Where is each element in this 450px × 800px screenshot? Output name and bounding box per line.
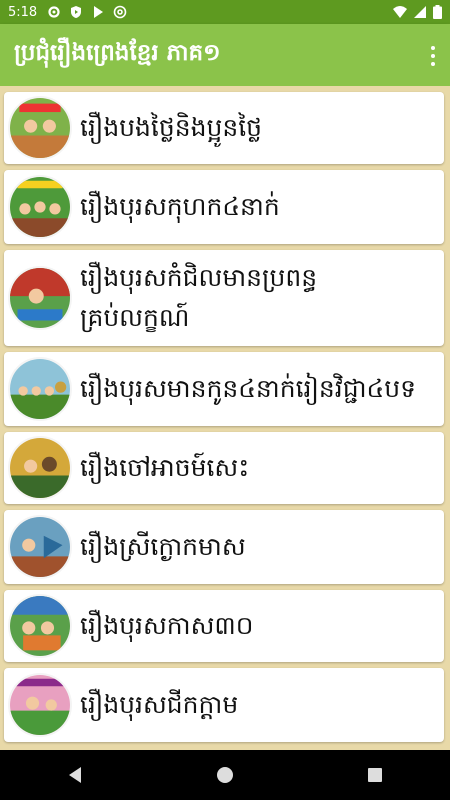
play-store-icon — [94, 6, 104, 18]
story-illustration-icon — [10, 517, 70, 577]
story-item[interactable]: រឿងបុរសកាស៣០ — [4, 590, 444, 662]
story-title: រឿងបុរសមានកូន៤នាក់រៀនវិជ្ជា៤បទ — [80, 374, 416, 403]
app-bar: ប្រជុំរឿងព្រេងខ្មែរ ភាគ១ — [0, 24, 450, 86]
story-title: រឿងបុរសកុហក៤នាក់ — [80, 192, 280, 221]
story-illustration-icon — [10, 268, 70, 328]
story-title: រឿងបុរសកាស៣០ — [80, 611, 254, 640]
story-list[interactable]: រឿងបងថ្លៃនិងប្អូនថ្លៃ រឿងបុរសកុហក៤នាក់ រ… — [0, 86, 450, 750]
home-circle-icon — [217, 767, 233, 783]
story-title: រឿងបុរសកំជិលមានប្រពន្ធ គ្រប់លក្ខណ៍ — [80, 258, 434, 338]
battery-icon — [433, 5, 442, 19]
story-title: រឿងស្រីក្ងោកមាស — [80, 532, 246, 561]
cell-signal-icon — [414, 6, 426, 18]
story-thumbnail — [8, 515, 72, 579]
status-time: 5:18 — [8, 4, 38, 20]
settings-icon — [48, 6, 60, 18]
recents-square-icon — [368, 768, 382, 782]
story-illustration-icon — [10, 98, 70, 158]
home-button[interactable] — [205, 755, 245, 795]
story-item[interactable]: រឿងបុរសកំជិលមានប្រពន្ធ គ្រប់លក្ខណ៍ — [4, 250, 444, 346]
recents-button[interactable] — [355, 755, 395, 795]
back-button[interactable] — [55, 755, 95, 795]
navigation-bar — [0, 750, 450, 800]
story-item[interactable]: រឿងស្រីក្ងោកមាស — [4, 510, 444, 584]
story-thumbnail — [8, 357, 72, 421]
story-title-line: គ្រប់លក្ខណ៍ — [80, 303, 190, 332]
back-triangle-icon — [69, 767, 81, 783]
story-item[interactable]: រឿងបុរសកុហក៤នាក់ — [4, 170, 444, 244]
story-illustration-icon — [10, 359, 70, 419]
overflow-menu-icon[interactable] — [430, 46, 436, 66]
wifi-icon — [393, 6, 407, 18]
story-illustration-icon — [10, 438, 70, 498]
story-thumbnail — [8, 96, 72, 160]
story-illustration-icon — [10, 596, 70, 656]
story-thumbnail — [8, 436, 72, 500]
story-thumbnail — [8, 175, 72, 239]
story-title-line: រឿងបុរសកំជិលមានប្រពន្ធ — [80, 263, 318, 292]
story-illustration-icon — [10, 177, 70, 237]
story-title: រឿងបុរសជីកក្តាម — [80, 690, 239, 719]
story-item[interactable]: រឿងបុរសជីកក្តាម — [4, 668, 444, 742]
story-thumbnail — [8, 594, 72, 658]
story-thumbnail — [8, 266, 72, 330]
story-illustration-icon — [10, 675, 70, 735]
story-item[interactable]: រឿងចៅអាចម៍សេះ — [4, 432, 444, 504]
story-item[interactable]: រឿងបុរសមានកូន៤នាក់រៀនវិជ្ជា៤បទ — [4, 352, 444, 426]
story-title: រឿងចៅអាចម៍សេះ — [80, 453, 250, 482]
story-item[interactable]: រឿងបងថ្លៃនិងប្អូនថ្លៃ — [4, 92, 444, 164]
status-bar: 5:18 — [0, 0, 450, 24]
story-thumbnail — [8, 673, 72, 737]
at-sign-icon — [113, 5, 127, 19]
shield-play-icon — [71, 6, 82, 18]
app-title: ប្រជុំរឿងព្រេងខ្មែរ ភាគ១ — [14, 39, 221, 66]
story-title: រឿងបងថ្លៃនិងប្អូនថ្លៃ — [80, 113, 263, 142]
